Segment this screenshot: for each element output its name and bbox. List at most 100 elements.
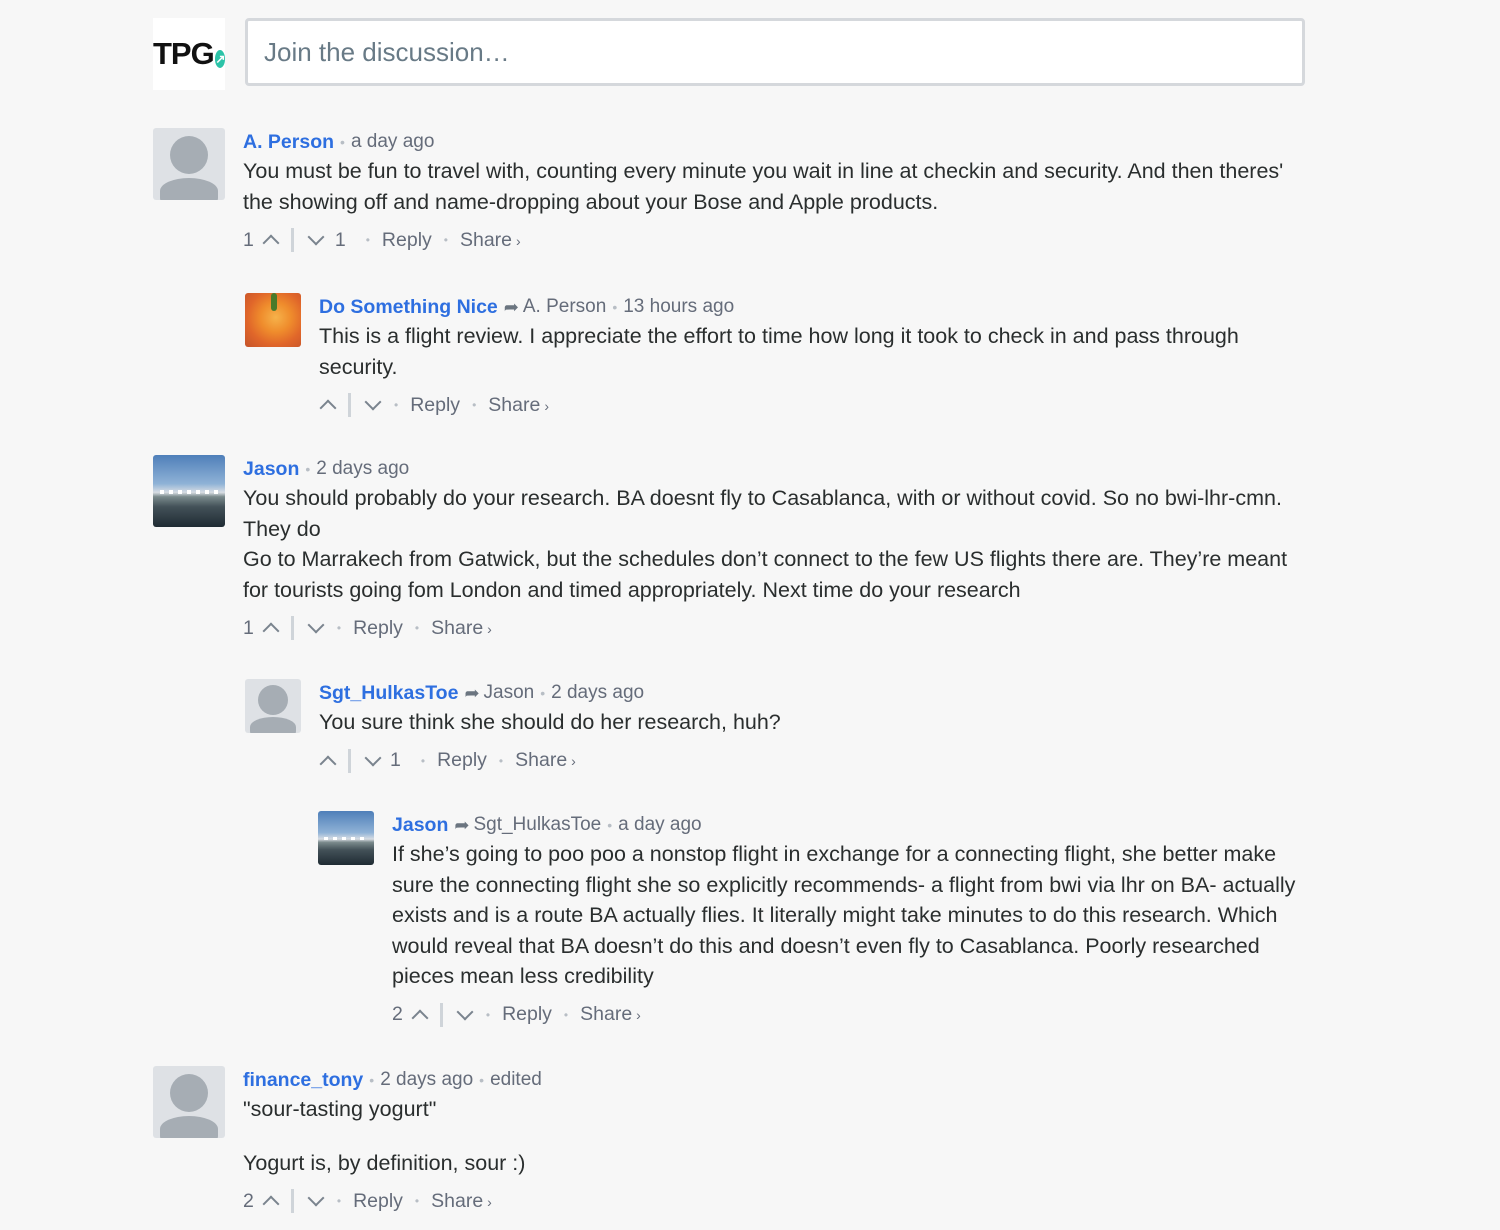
comment: Jason • 2 days ago You should probably d… — [153, 455, 1313, 645]
upvote-button[interactable] — [262, 616, 280, 640]
reply-button[interactable]: Reply — [437, 749, 487, 772]
share-button[interactable]: Share › — [580, 1003, 641, 1026]
downvote-button[interactable] — [307, 616, 325, 640]
comment-meta: finance_tony • 2 days ago • edited — [243, 1066, 1313, 1094]
comment-text: If she’s going to poo poo a nonstop flig… — [392, 842, 1296, 988]
share-arrow-icon: ➦ — [503, 296, 519, 317]
reply-to-name[interactable]: Jason — [484, 682, 535, 704]
comment-text: You should probably do your research. BA… — [243, 486, 1282, 541]
downvote-button[interactable] — [307, 228, 325, 252]
upvote-button[interactable] — [319, 393, 337, 417]
join-discussion-input[interactable]: Join the discussion… — [245, 18, 1305, 86]
reply-button[interactable]: Reply — [353, 617, 403, 640]
comment: A. Person • a day ago You must be fun to… — [153, 128, 1313, 257]
action-separator: • — [563, 1007, 569, 1022]
reply-button[interactable]: Reply — [382, 229, 432, 252]
action-separator: • — [414, 621, 420, 635]
share-button[interactable]: Share › — [431, 617, 492, 640]
chevron-right-icon: › — [636, 1007, 641, 1023]
timestamp[interactable]: 2 days ago — [380, 1069, 473, 1091]
comment-actions: 2 • Reply • Share › — [243, 1184, 1313, 1218]
meta-separator: • — [607, 817, 613, 833]
share-arrow-icon: ➦ — [454, 814, 470, 835]
downvote-button[interactable] — [307, 1189, 325, 1213]
comment-actions: 2 • Reply • Share › — [392, 998, 1312, 1032]
comment-reply: Jason ➦ Sgt_HulkasToe • a day ago If she… — [318, 811, 1318, 1032]
action-separator: • — [336, 1194, 342, 1208]
chevron-down-icon — [456, 1003, 474, 1020]
share-button[interactable]: Share › — [460, 229, 521, 252]
comment-actions: 1 • Reply • Share › — [243, 611, 1313, 645]
comment-actions: 1 1 • Reply • Share › — [243, 223, 1313, 257]
downvote-count: 1 — [334, 228, 346, 251]
share-label: Share — [515, 749, 568, 771]
comment-meta: Jason • 2 days ago — [243, 455, 1313, 483]
reply-button[interactable]: Reply — [353, 1190, 403, 1213]
timestamp[interactable]: 13 hours ago — [623, 296, 734, 318]
downvote-button[interactable] — [364, 393, 382, 417]
timestamp[interactable]: a day ago — [351, 131, 434, 153]
reply-to-name[interactable]: A. Person — [523, 296, 606, 318]
chevron-down-icon — [307, 228, 325, 246]
comment-body: You should probably do your research. BA… — [243, 483, 1313, 605]
upvote-button[interactable] — [262, 228, 280, 252]
share-arrow-icon: ➦ — [464, 682, 480, 703]
share-button[interactable]: Share › — [515, 749, 576, 772]
meta-separator: • — [369, 1072, 375, 1088]
upvote-count: 2 — [392, 1003, 403, 1025]
reply-to-name[interactable]: Sgt_HulkasToe — [473, 814, 601, 836]
meta-separator: • — [340, 134, 345, 150]
discussion-thread: TPG ↗ Join the discussion… — [153, 18, 1313, 90]
meta-separator: • — [540, 685, 546, 701]
chevron-right-icon: › — [571, 753, 576, 769]
comment-reply: Do Something Nice ➦ A. Person • 13 hours… — [245, 293, 1315, 422]
vote-divider — [290, 1189, 294, 1213]
share-label: Share — [580, 1003, 633, 1025]
upvote-count: 2 — [243, 1189, 254, 1212]
author-name[interactable]: A. Person — [243, 131, 334, 154]
meta-separator: • — [479, 1072, 485, 1088]
downvote-button[interactable] — [456, 1003, 474, 1027]
comment-actions: • Reply • Share › — [319, 388, 1309, 422]
edited-label: edited — [490, 1069, 542, 1090]
avatar[interactable] — [318, 811, 374, 865]
share-label: Share — [488, 393, 541, 416]
comment-meta: A. Person • a day ago — [243, 128, 1313, 156]
share-button[interactable]: Share › — [431, 1190, 492, 1213]
timestamp[interactable]: 2 days ago — [316, 458, 409, 480]
avatar[interactable] — [245, 293, 301, 347]
author-name[interactable]: Do Something Nice — [319, 296, 498, 319]
chevron-down-icon — [307, 1189, 325, 1207]
downvote-button[interactable] — [364, 749, 382, 773]
avatar[interactable] — [245, 679, 301, 733]
author-name[interactable]: Sgt_HulkasToe — [319, 682, 458, 705]
reply-button[interactable]: Reply — [502, 1003, 552, 1026]
reply-button[interactable]: Reply — [410, 394, 460, 417]
vote-divider — [348, 393, 351, 417]
timestamp[interactable]: a day ago — [618, 814, 701, 836]
upvote-button[interactable] — [319, 749, 337, 773]
upvote-button[interactable] — [411, 1003, 429, 1027]
share-button[interactable]: Share › — [488, 394, 549, 417]
logo-text: TPG — [153, 36, 215, 71]
chevron-up-icon — [262, 622, 280, 640]
upvote-button[interactable] — [262, 1189, 280, 1213]
comment-text: "sour-tasting yogurt" — [243, 1097, 437, 1121]
avatar[interactable] — [153, 455, 225, 527]
action-separator: • — [394, 398, 399, 412]
comment-body: "sour-tasting yogurt" Yogurt is, by defi… — [243, 1094, 1313, 1178]
chevron-right-icon: › — [487, 1193, 492, 1210]
meta-separator: • — [612, 299, 618, 315]
timestamp[interactable]: 2 days ago — [551, 682, 644, 704]
avatar[interactable] — [153, 1066, 225, 1138]
comment-text: Yogurt is, by definition, sour :) — [243, 1150, 526, 1175]
avatar[interactable] — [153, 128, 225, 200]
author-name[interactable]: Jason — [243, 458, 299, 481]
comment-meta: Sgt_HulkasToe ➦ Jason • 2 days ago — [319, 679, 1309, 707]
author-name[interactable]: Jason — [392, 814, 448, 837]
action-separator: • — [365, 233, 370, 247]
downvote-count: 1 — [390, 749, 401, 771]
author-name[interactable]: finance_tony — [243, 1069, 363, 1092]
chevron-up-icon — [411, 1009, 429, 1026]
action-separator: • — [472, 398, 477, 412]
